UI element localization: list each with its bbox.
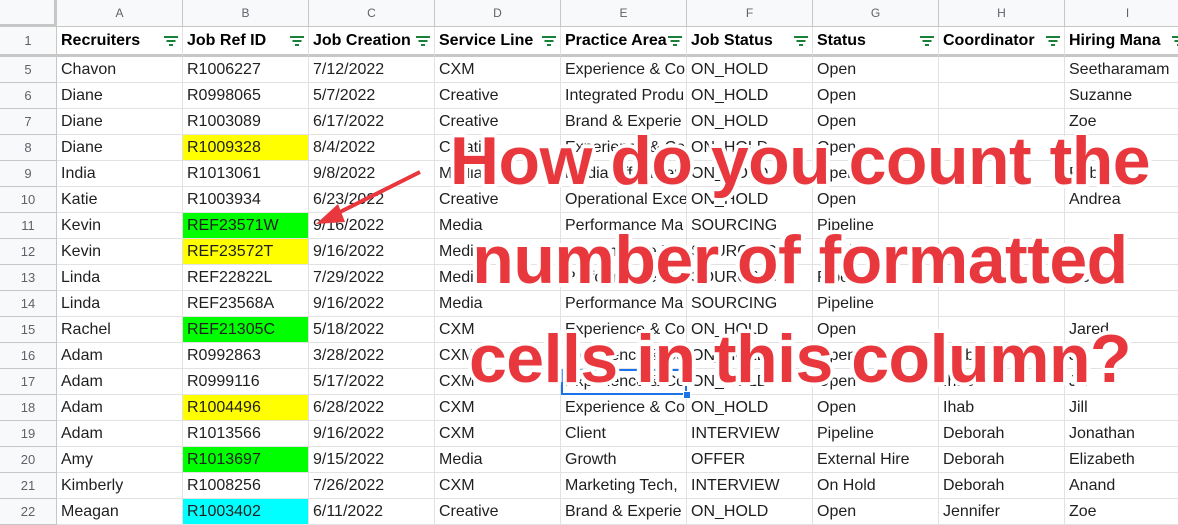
overlay-line-1: How do you count the (449, 123, 1151, 199)
overlay-line-3: cells in this column? (468, 321, 1132, 397)
overlay-line-2: number of formatted (472, 222, 1128, 298)
arrow-shaft (329, 170, 421, 219)
arrow-head (316, 204, 345, 224)
question-overlay: How do you count the number of formatted… (440, 112, 1160, 409)
